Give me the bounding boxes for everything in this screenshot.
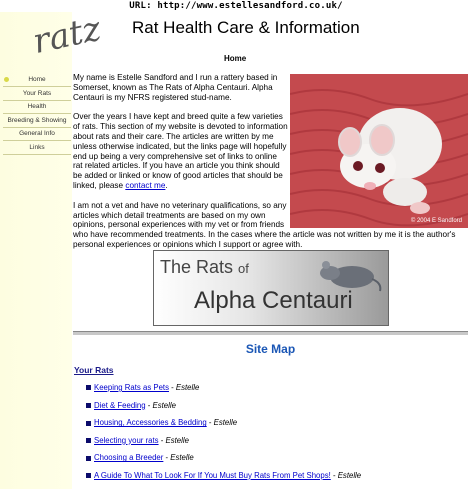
svg-text:ratz: ratz <box>30 12 100 58</box>
author-name: Estelle <box>152 400 176 410</box>
bullet-square-icon <box>86 438 91 444</box>
sitemap-link[interactable]: Diet & Feeding <box>94 401 146 410</box>
ratz-logo[interactable]: ratz <box>30 12 100 58</box>
author-name: Estelle <box>165 435 189 445</box>
sidebar-item-label[interactable]: Breeding & Showing <box>8 117 67 124</box>
author-name: Estelle <box>170 453 194 463</box>
sitemap-section-your-rats[interactable]: Your Rats <box>74 365 114 375</box>
list-item: A Guide To What To Look For If You Must … <box>86 471 466 489</box>
sitemap-link[interactable]: Housing, Accessories & Bedding <box>94 418 207 427</box>
list-item: Selecting your rats - Estelle <box>86 436 466 454</box>
sidebar-item-label[interactable]: General Info <box>19 130 55 137</box>
sitemap-links: Keeping Rats as Pets - Estelle Diet & Fe… <box>86 383 466 489</box>
bullet-square-icon <box>86 385 91 391</box>
banner-of: of <box>238 261 249 276</box>
sidebar-item-label[interactable]: Links <box>29 144 44 151</box>
sidebar-item-links[interactable]: Links <box>3 142 71 155</box>
sidebar-nav: Home Your Rats Health Breeding & Showing… <box>3 74 71 155</box>
page-title: Rat Health Care & Information <box>132 18 360 37</box>
active-bullet-icon <box>4 77 9 82</box>
contact-link[interactable]: contact me <box>125 181 165 190</box>
bullet-square-icon <box>86 455 91 461</box>
list-item: Housing, Accessories & Bedding - Estelle <box>86 418 466 436</box>
sidebar-item-label[interactable]: Home <box>28 76 45 83</box>
author-name: Estelle <box>337 470 362 480</box>
sitemap-link[interactable]: Choosing a Breeder <box>94 453 163 462</box>
alpha-centauri-banner[interactable]: The Rats of Alpha Centauri <box>153 250 389 326</box>
url-bar: URL: http://www.estellesandford.co.uk/ <box>129 1 343 11</box>
author-name: Estelle <box>175 383 200 392</box>
sidebar-item-label[interactable]: Health <box>28 103 47 110</box>
divider <box>73 331 468 335</box>
section-heading: Home <box>224 54 247 63</box>
sidebar-item-your-rats[interactable]: Your Rats <box>3 88 71 101</box>
banner-line1: The Rats <box>160 257 234 277</box>
sidebar-item-breeding-showing[interactable]: Breeding & Showing <box>3 115 71 128</box>
sitemap-link[interactable]: A Guide To What To Look For If You Must … <box>94 471 331 480</box>
sitemap-link[interactable]: Selecting your rats <box>94 436 159 445</box>
bullet-square-icon <box>86 420 91 426</box>
author-name: Estelle <box>213 418 238 428</box>
rat-silhouette-icon <box>320 261 382 292</box>
intro-text: My name is Estelle Sandford and I run a … <box>73 73 468 260</box>
bullet-square-icon <box>86 473 91 479</box>
sidebar-item-general-info[interactable]: General Info <box>3 128 71 141</box>
bullet-square-icon <box>86 403 91 409</box>
list-item: Keeping Rats as Pets - Estelle <box>86 383 466 401</box>
sidebar-item-health[interactable]: Health <box>3 101 71 114</box>
sitemap-title: Site Map <box>245 342 296 356</box>
list-item: Diet & Feeding - Estelle <box>86 401 466 419</box>
sitemap-link[interactable]: Keeping Rats as Pets <box>94 383 169 392</box>
list-item: Choosing a Breeder - Estelle <box>86 453 466 471</box>
sidebar-item-home[interactable]: Home <box>3 74 71 87</box>
sidebar-item-label[interactable]: Your Rats <box>23 90 51 97</box>
